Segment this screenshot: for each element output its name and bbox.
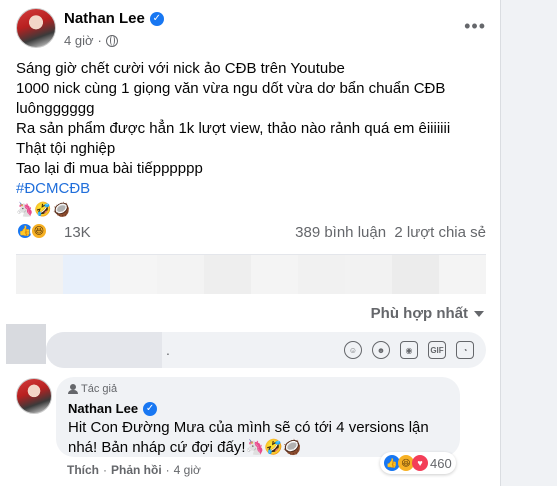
reaction-icons[interactable]: 👍 😆 [16, 222, 48, 240]
reply-time[interactable]: 4 giờ [174, 463, 201, 477]
like-button[interactable]: Thích [67, 463, 99, 477]
post-line: Ra sản phẩm được hẳn 1k lượt view, thảo … [16, 120, 451, 137]
love-reaction-icon: ♥ [412, 455, 428, 471]
action-sep: · [165, 463, 170, 477]
preview-cell [16, 255, 63, 294]
person-icon [68, 384, 78, 394]
composer-tools: ☺ ☻ ◉ GIF ◔ [344, 341, 474, 359]
preview-cell [204, 255, 251, 294]
blurred-preview-strip [16, 254, 486, 294]
reply-text-line2: nhá! Bản nháp cứ đợi đấy! [68, 439, 246, 456]
sort-label: Phù hợp nhất [370, 305, 468, 322]
author-avatar[interactable] [16, 8, 56, 48]
post-line: Thật tội nghiệp [16, 140, 116, 157]
haha-reaction-icon: 😆 [30, 222, 48, 240]
reply-button[interactable]: Phản hồi [111, 463, 162, 477]
reaction-count[interactable]: 13K [64, 224, 91, 241]
preview-cell [439, 255, 486, 294]
author-badge-label: Tác giả [81, 383, 118, 395]
reply-author-row: Nathan Lee ✓ [68, 401, 448, 416]
preview-cell [63, 255, 110, 294]
globe-icon [105, 34, 118, 47]
page-background [501, 0, 557, 486]
preview-cell [157, 255, 204, 294]
post-emojis: 🦄🤣🥥 [16, 201, 72, 217]
author-badge: Tác giả [68, 383, 448, 395]
reply-author-name[interactable]: Nathan Lee [68, 401, 138, 416]
preview-cell [392, 255, 439, 294]
preview-cell [251, 255, 298, 294]
comment-sort-dropdown[interactable]: Phù hợp nhất [371, 305, 484, 322]
preview-cell [345, 255, 392, 294]
reply-react-count: 460 [430, 455, 452, 471]
comment-composer[interactable]: . ☺ ☻ ◉ GIF ◔ [46, 332, 486, 368]
post-time[interactable]: 4 giờ [64, 33, 94, 48]
comment-count[interactable]: 389 bình luận [295, 224, 386, 241]
camera-icon[interactable]: ◉ [400, 341, 418, 359]
reply-text-line1: Hit Con Đường Mưa của mình sẽ có tới 4 v… [68, 419, 429, 436]
post-line: Tao lại đi mua bài tiếpppppp [16, 160, 203, 177]
composer-blurred-area [46, 332, 162, 368]
post-line: Sáng giờ chết cười với nick ảo CĐB trên … [16, 60, 345, 77]
sticker-icon[interactable]: ◔ [456, 341, 474, 359]
share-count[interactable]: 2 lượt chia sẻ [394, 224, 486, 241]
reply-bubble: Tác giả Nathan Lee ✓ Hit Con Đường Mưa c… [56, 377, 460, 457]
preview-cell [110, 255, 157, 294]
emoji-icon[interactable]: ☺ [344, 341, 362, 359]
reply-actions: Thích · Phản hồi · 4 giờ [67, 463, 201, 477]
post-line: 1000 nick cùng 1 giọng văn vừa ngu dốt v… [16, 80, 446, 97]
reply-reactions[interactable]: 👍 😆 ♥ 460 [380, 452, 456, 474]
more-options-button[interactable]: ••• [464, 16, 486, 37]
gif-icon[interactable]: GIF [428, 341, 446, 359]
post-stats: 389 bình luận 2 lượt chia sẻ [295, 224, 486, 241]
reply-avatar[interactable] [16, 378, 52, 414]
post-line: luôngggggg [16, 100, 95, 117]
composer-avatar [6, 324, 46, 364]
avatar-sticker-icon[interactable]: ☻ [372, 341, 390, 359]
action-sep: · [103, 463, 107, 477]
reply-emojis: 🦄🤣🥥 [245, 439, 302, 456]
post-card: Nathan Lee ✓ 4 giờ · ••• Sáng giờ chết c… [0, 0, 501, 486]
author-name-row: Nathan Lee ✓ [64, 10, 164, 27]
hashtag-link[interactable]: #ĐCMCĐB [16, 179, 486, 199]
chevron-down-icon [474, 310, 484, 317]
meta-sep: · [97, 33, 102, 48]
preview-cell [298, 255, 345, 294]
author-name[interactable]: Nathan Lee [64, 10, 145, 27]
verified-badge-icon: ✓ [143, 401, 158, 416]
post-meta: 4 giờ · [64, 33, 118, 48]
reactions-row: 👍 😆 13K 389 bình luận 2 lượt chia sẻ [16, 222, 486, 244]
composer-placeholder: . [166, 342, 170, 358]
post-header: Nathan Lee ✓ 4 giờ · ••• [16, 6, 486, 50]
post-text: Sáng giờ chết cười với nick ảo CĐB trên … [16, 59, 486, 219]
verified-badge-icon: ✓ [149, 11, 164, 26]
